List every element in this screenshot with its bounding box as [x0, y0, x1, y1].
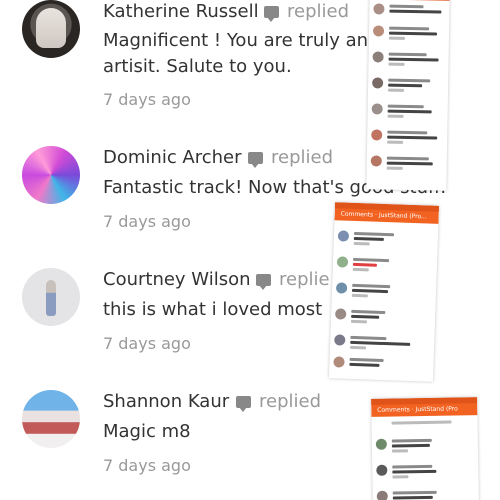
overlay-header: Comments · JustStand (Pro... [334, 202, 440, 224]
comment-text: this is what i loved most [103, 299, 323, 320]
comment-text: Magnificent ! You are truly an e [103, 30, 385, 51]
overlay-screenshot: Comments · JustStand (Pro... [328, 202, 440, 382]
replied-label: replied [248, 147, 333, 168]
comment-icon [248, 152, 263, 168]
comment-author[interactable]: Katherine Russell [103, 1, 259, 22]
comment-text-line2: artisit. Salute to you. [103, 56, 292, 77]
avatar[interactable] [22, 268, 80, 326]
comment-author[interactable]: Dominic Archer [103, 147, 242, 168]
comment-author[interactable]: Shannon Kaur [103, 391, 229, 412]
comment-time: 7 days ago [103, 334, 191, 353]
overlay-title: Comments · JustStand (Pro... [340, 210, 427, 221]
comment-text: Magic m8 [103, 421, 191, 442]
avatar[interactable] [22, 390, 80, 448]
overlay-title: Comments · JustStand (Pro [377, 405, 458, 414]
comment-time: 7 days ago [103, 90, 191, 109]
overlay-screenshot [366, 0, 450, 191]
replied-label: replie [256, 269, 330, 290]
comment-icon [236, 396, 251, 412]
comment-icon [264, 6, 279, 22]
overlay-screenshot: Comments · JustStand (Pro [371, 397, 479, 500]
replied-label: replied [236, 391, 321, 412]
overlay-header [369, 0, 450, 1]
comment-icon [256, 274, 271, 290]
overlay-header: Comments · JustStand (Pro [371, 397, 478, 417]
comment-time: 7 days ago [103, 456, 191, 475]
replied-label: replied [264, 1, 349, 22]
avatar[interactable] [22, 146, 80, 204]
comment-time: 7 days ago [103, 212, 191, 231]
avatar[interactable] [22, 0, 80, 58]
comment-author[interactable]: Courtney Wilson [103, 269, 251, 290]
